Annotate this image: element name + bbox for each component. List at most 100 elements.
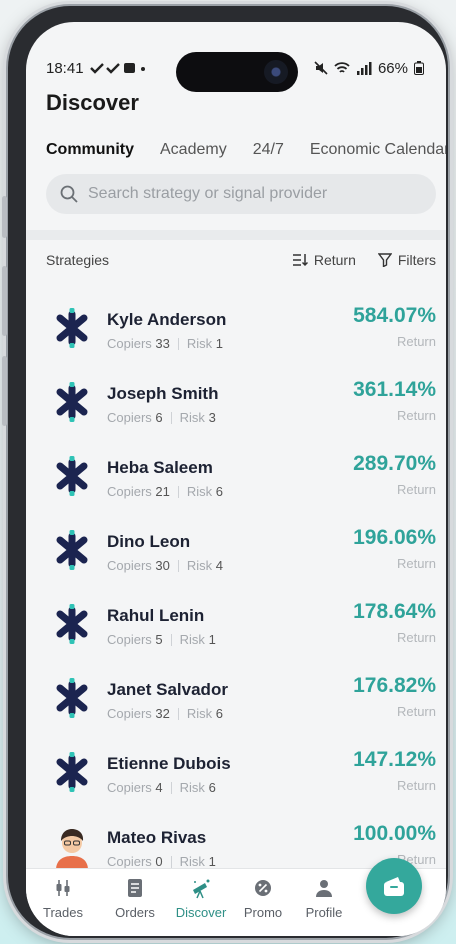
stat-separator xyxy=(177,485,179,498)
nav-promo[interactable]: Promo xyxy=(228,877,298,920)
copiers-label: Copiers xyxy=(107,632,152,647)
stat-separator xyxy=(170,411,172,424)
return-value: 361.14% xyxy=(353,378,436,401)
trades-icon xyxy=(56,880,70,896)
tab-economic-calendar[interactable]: Economic Calendar xyxy=(310,141,446,159)
copiers-label: Copiers xyxy=(107,410,152,425)
side-button xyxy=(2,356,7,426)
promo-icon xyxy=(255,880,271,896)
strategies-label: Strategies xyxy=(46,252,110,268)
provider-name: Heba Saleem xyxy=(107,458,213,477)
return-label: Return xyxy=(396,334,436,349)
sort-return-button[interactable]: Return xyxy=(292,252,356,268)
copiers-count: 32 xyxy=(155,706,170,721)
return-label: Return xyxy=(396,778,436,793)
risk-value: 3 xyxy=(208,410,216,425)
stat-separator xyxy=(170,855,172,868)
logo-icon xyxy=(52,382,92,422)
strategy-row[interactable]: Etienne Dubois Copiers 4 Risk 6 147.12% Retu… xyxy=(26,746,446,820)
return-label: Return xyxy=(396,704,436,719)
orders-icon xyxy=(128,879,142,897)
status-bar: 18:41 66% xyxy=(46,56,424,80)
provider-name: Etienne Dubois xyxy=(107,754,231,773)
return-label: Return xyxy=(396,482,436,497)
tab-community[interactable]: Community xyxy=(46,141,134,159)
copiers-count: 30 xyxy=(155,558,170,573)
wallet-icon xyxy=(384,877,404,896)
return-value: 178.64% xyxy=(353,600,436,623)
tab-bar: Community Academy 24/7 Economic Calendar xyxy=(46,141,446,159)
tab-24-7[interactable]: 24/7 xyxy=(253,141,284,159)
nav-promo-label: Promo xyxy=(243,905,283,920)
risk-label: Risk xyxy=(179,780,205,795)
strategy-row[interactable]: Janet Salvador Copiers 32 Risk 6 176.82% Ret… xyxy=(26,672,446,746)
risk-value: 6 xyxy=(208,780,216,795)
strategy-row[interactable]: Kyle Anderson Copiers 33 Risk 1 584.07% Retu… xyxy=(26,302,446,376)
stat-separator xyxy=(170,781,172,794)
sort-icon xyxy=(292,254,308,267)
risk-label: Risk xyxy=(186,336,213,351)
risk-label: Risk xyxy=(186,706,213,721)
strategy-row[interactable]: Rahul Lenin Copiers 5 Risk 1 178.64% Return xyxy=(26,598,446,672)
section-divider xyxy=(26,230,446,240)
volume-up-button xyxy=(2,196,7,238)
search-icon xyxy=(60,185,78,203)
profile-icon xyxy=(316,880,332,897)
risk-value: 1 xyxy=(208,854,216,869)
return-value: 147.12% xyxy=(353,748,436,771)
person-avatar xyxy=(52,826,92,870)
strategy-row[interactable]: Joseph Smith Copiers 6 Risk 3 361.14% Return xyxy=(26,376,446,450)
logo-icon xyxy=(52,308,92,348)
sort-label: Return xyxy=(313,252,356,268)
risk-value: 6 xyxy=(215,484,224,499)
return-label: Return xyxy=(396,408,436,423)
stat-separator xyxy=(177,559,179,572)
risk-value: 6 xyxy=(215,706,224,721)
copiers-label: Copiers xyxy=(107,780,152,795)
nav-orders[interactable]: Orders xyxy=(100,877,170,920)
stat-separator xyxy=(177,337,179,350)
provider-name: Dino Leon xyxy=(107,532,191,551)
nav-profile[interactable]: Profile xyxy=(289,877,359,920)
provider-name: Mateo Rivas xyxy=(107,828,207,847)
provider-stats: Copiers 5 Risk 1 xyxy=(107,632,216,647)
provider-name: Joseph Smith xyxy=(107,384,219,403)
search-input[interactable]: Search strategy or signal provider xyxy=(46,174,436,214)
nav-trades-label: Trades xyxy=(43,905,83,920)
nav-trades[interactable]: Trades xyxy=(28,877,98,920)
app-screen: 18:41 66% Discover Community Academy 24/… xyxy=(26,22,446,936)
discover-icon xyxy=(193,879,210,899)
logo-icon xyxy=(52,530,92,570)
nav-profile-label: Profile xyxy=(305,905,343,920)
provider-stats: Copiers 32 Risk 6 xyxy=(107,706,223,721)
risk-label: Risk xyxy=(186,558,213,573)
provider-stats: Copiers 30 Risk 4 xyxy=(107,558,223,573)
signal-icon xyxy=(356,62,372,75)
copiers-count: 5 xyxy=(155,632,163,647)
provider-name: Kyle Anderson xyxy=(107,310,227,329)
provider-stats: Copiers 0 Risk 1 xyxy=(107,854,216,869)
battery-icon xyxy=(414,61,424,75)
strategy-row[interactable]: Heba Saleem Copiers 21 Risk 6 289.70% Return xyxy=(26,450,446,524)
wallet-fab[interactable] xyxy=(366,858,422,914)
return-value: 289.70% xyxy=(353,452,436,475)
notification-icons xyxy=(89,63,145,74)
filter-icon xyxy=(377,253,392,267)
strategy-row[interactable]: Dino Leon Copiers 30 Risk 4 196.06% Return xyxy=(26,524,446,598)
logo-icon xyxy=(52,604,92,644)
copiers-label: Copiers xyxy=(107,854,152,869)
copiers-label: Copiers xyxy=(107,336,152,351)
copiers-count: 33 xyxy=(155,336,170,351)
nav-discover-label: Discover xyxy=(175,905,227,920)
copiers-label: Copiers xyxy=(107,484,152,499)
phone-frame: 18:41 66% Discover Community Academy 24/… xyxy=(2,6,448,938)
filters-label: Filters xyxy=(397,252,436,268)
copiers-label: Copiers xyxy=(107,706,152,721)
tab-academy[interactable]: Academy xyxy=(160,141,227,159)
return-value: 100.00% xyxy=(353,822,436,845)
filters-button[interactable]: Filters xyxy=(377,252,436,268)
nav-discover[interactable]: Discover xyxy=(166,877,236,920)
wifi-icon xyxy=(334,62,350,73)
risk-label: Risk xyxy=(179,854,205,869)
return-label: Return xyxy=(396,556,436,571)
